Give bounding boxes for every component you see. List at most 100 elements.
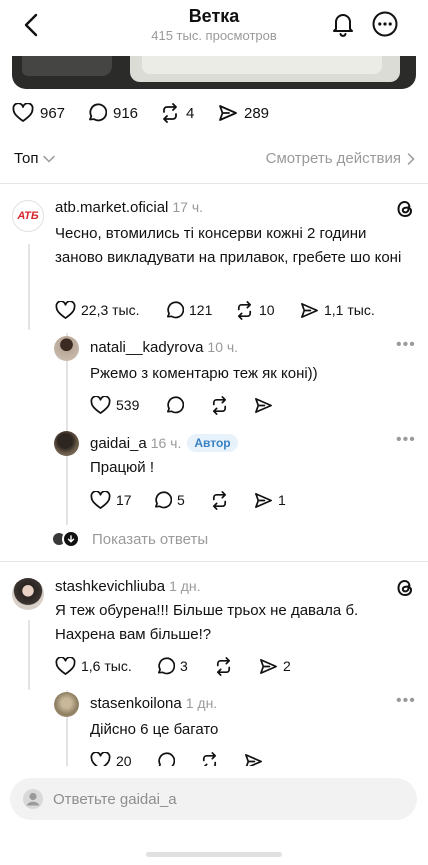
- avatar[interactable]: [12, 578, 44, 610]
- comment-icon: [165, 395, 184, 415]
- avatar[interactable]: [54, 692, 79, 717]
- repost-icon: [210, 490, 229, 510]
- like-button[interactable]: 17: [90, 489, 132, 511]
- more-icon[interactable]: [371, 10, 399, 38]
- post-comment-count: 916: [113, 104, 139, 122]
- share-button[interactable]: 2: [259, 655, 291, 677]
- repost-button[interactable]: [210, 394, 229, 416]
- thread-line: [28, 620, 30, 690]
- thread-line: [66, 333, 68, 525]
- like-count: 22,3 тыс.: [81, 302, 140, 318]
- repost-icon: [160, 103, 180, 123]
- reply-count: 3: [180, 658, 188, 674]
- comment-icon: [165, 300, 184, 320]
- divider: [0, 183, 428, 184]
- reply-button[interactable]: 3: [156, 655, 188, 677]
- threads-icon[interactable]: [394, 198, 416, 220]
- share-count: 1,1 тыс.: [324, 302, 375, 318]
- post-repost-count: 4: [186, 104, 195, 122]
- repost-button[interactable]: 10: [235, 299, 275, 321]
- share-button[interactable]: 1: [254, 489, 286, 511]
- heart-icon: [90, 395, 111, 415]
- view-activity-link[interactable]: Смотреть действия: [266, 150, 415, 167]
- comment-time: 1 дн.: [185, 695, 218, 711]
- heart-icon: [12, 103, 34, 123]
- view-activity-label: Смотреть действия: [265, 150, 401, 167]
- home-indicator: [146, 852, 282, 857]
- comment-text: Дійсно 6 це багато: [90, 721, 219, 738]
- repost-icon: [214, 656, 233, 676]
- share-button[interactable]: 1,1 тыс.: [300, 299, 375, 321]
- show-replies-link[interactable]: Показать ответы: [92, 531, 208, 548]
- heart-icon: [90, 490, 111, 510]
- post-like-count: 967: [40, 104, 66, 122]
- post-media-image[interactable]: [12, 56, 416, 89]
- like-count: 17: [116, 492, 132, 508]
- comment-username[interactable]: stasenkoilona 1 дн.: [90, 695, 217, 712]
- author-badge: Автор: [187, 434, 238, 452]
- comment-text: Працюй !: [90, 459, 155, 476]
- divider: [0, 561, 428, 562]
- comment-username[interactable]: gaidai_a 16 ч. Автор: [90, 434, 238, 452]
- share-icon: [254, 396, 273, 415]
- avatar[interactable]: [54, 336, 79, 361]
- reply-avatars: [51, 529, 85, 549]
- view-count: 415 тыс. просмотров: [151, 28, 277, 43]
- bell-icon[interactable]: [330, 10, 356, 38]
- sort-label: Топ: [14, 150, 39, 167]
- avatar[interactable]: АТБ: [12, 200, 44, 232]
- like-button[interactable]: 22,3 тыс.: [55, 299, 140, 321]
- repost-button[interactable]: [214, 655, 233, 677]
- share-count: 1: [278, 492, 286, 508]
- post-comment-button[interactable]: 916: [87, 102, 138, 124]
- ellipsis-icon[interactable]: •••: [396, 336, 416, 354]
- repost-icon: [210, 395, 229, 415]
- comment-time: 16 ч.: [150, 435, 182, 451]
- user-icon: [22, 788, 44, 810]
- avatar[interactable]: [54, 431, 79, 456]
- chevron-down-icon: [43, 155, 56, 163]
- like-button[interactable]: 1,6 тыс.: [55, 655, 132, 677]
- reply-count: 5: [177, 492, 185, 508]
- reply-count: 121: [189, 302, 213, 318]
- sort-dropdown[interactable]: Топ: [14, 150, 56, 167]
- ellipsis-icon[interactable]: •••: [396, 431, 416, 449]
- post-share-count: 289: [244, 104, 270, 122]
- post-share-button[interactable]: 289: [218, 102, 269, 124]
- reply-bar[interactable]: [10, 778, 417, 820]
- post-repost-button[interactable]: 4: [160, 102, 194, 124]
- header-bar: Ветка 415 тыс. просмотров: [0, 0, 428, 56]
- heart-icon: [55, 300, 76, 320]
- comment-username[interactable]: atb.market.oficial 17 ч.: [55, 199, 203, 216]
- reply-input[interactable]: [53, 790, 393, 808]
- repost-count: 10: [259, 302, 275, 318]
- post-like-button[interactable]: 967: [12, 102, 65, 124]
- chevron-down-icon: [62, 530, 80, 548]
- repost-button[interactable]: [210, 489, 229, 511]
- reply-button[interactable]: 5: [153, 489, 185, 511]
- share-icon: [218, 103, 238, 123]
- comment-icon: [153, 490, 172, 510]
- like-count: 539: [116, 397, 140, 413]
- chevron-right-icon: [407, 152, 415, 165]
- comment-time: 10 ч.: [207, 339, 239, 355]
- reply-button[interactable]: 121: [165, 299, 212, 321]
- heart-icon: [55, 656, 76, 676]
- comment-username[interactable]: natali__kadyrova 10 ч.: [90, 339, 238, 356]
- threads-icon[interactable]: [394, 577, 416, 599]
- comment-time: 1 дн.: [169, 578, 201, 594]
- repost-icon: [235, 300, 254, 320]
- share-icon: [259, 657, 278, 676]
- comment-text: Я теж обурена!!! Більше трьох не давала …: [55, 602, 359, 643]
- thread-line: [28, 244, 30, 330]
- share-icon: [254, 491, 273, 510]
- comment-text: Чесно, втомились ті консерви кожні 2 год…: [55, 225, 402, 266]
- comment-time: 17 ч.: [172, 199, 204, 215]
- comment-text: Ржемо з коментарю теж як коні)): [90, 365, 318, 382]
- ellipsis-icon[interactable]: •••: [396, 692, 416, 710]
- comment-username[interactable]: stashkevichliuba 1 дн.: [55, 578, 201, 595]
- share-icon: [300, 301, 319, 320]
- like-button[interactable]: 539: [90, 394, 139, 416]
- share-button[interactable]: [254, 394, 273, 416]
- reply-button[interactable]: [165, 394, 184, 416]
